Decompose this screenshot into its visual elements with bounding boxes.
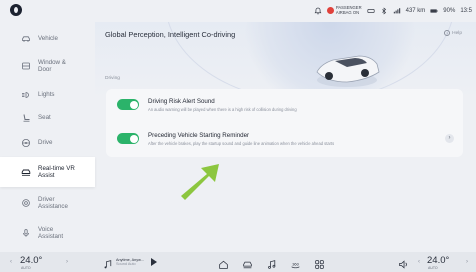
vehicle-illustration bbox=[316, 55, 380, 87]
temp-left-decrease[interactable]: ‹ bbox=[10, 252, 12, 272]
driving-risk-alert-toggle[interactable] bbox=[117, 99, 139, 110]
help-label: Help bbox=[452, 30, 462, 36]
360-view-icon: 360 bbox=[290, 257, 301, 268]
setting-description: After the vehicle brakes, play the start… bbox=[148, 141, 335, 146]
sidebar-item-vehicle[interactable]: Vehicle bbox=[0, 26, 95, 52]
pointer-arrow-icon bbox=[181, 164, 219, 200]
clock: 13:5 bbox=[460, 7, 472, 14]
sidebar-item-window-door[interactable]: Window & Door bbox=[0, 53, 95, 79]
home-icon bbox=[218, 257, 229, 269]
settings-sidebar: Vehicle Window & Door Lights Seat Drive … bbox=[0, 22, 95, 252]
temp-right-increase[interactable]: › bbox=[466, 252, 468, 272]
temp-left-increase[interactable]: › bbox=[66, 252, 68, 272]
temperature-left-mode: AUTO bbox=[21, 265, 31, 270]
svg-text:360: 360 bbox=[292, 261, 299, 266]
sidebar-item-real-time-vr-assist[interactable]: Real-time VR Assist bbox=[0, 157, 95, 187]
setting-driving-risk-alert-sound: Driving Risk Alert Sound An audio warnin… bbox=[106, 89, 463, 123]
sidebar-item-label: Lights bbox=[38, 91, 55, 99]
temperature-left-value: 24.0° bbox=[20, 254, 43, 266]
chevron-left-icon: ‹ bbox=[10, 259, 12, 265]
music-button[interactable] bbox=[266, 252, 277, 272]
help-icon: ? bbox=[444, 30, 451, 36]
apps-grid-icon bbox=[314, 257, 325, 269]
voice-icon bbox=[21, 228, 31, 238]
temperature-right-mode: AUTO bbox=[428, 265, 438, 270]
temp-right-decrease[interactable]: ‹ bbox=[418, 252, 420, 272]
media-subtitle: Sound Auto bbox=[116, 262, 136, 266]
temperature-right[interactable]: 24.0° AUTO bbox=[427, 252, 449, 272]
range-readout: 437 km bbox=[405, 7, 426, 14]
play-icon bbox=[151, 258, 157, 266]
signal-icon bbox=[393, 7, 401, 15]
sidebar-item-label: Driver Assistance bbox=[38, 195, 68, 210]
sidebar-item-seat[interactable]: Seat bbox=[0, 105, 95, 131]
status-indicators: PASSENGER AIRBAG ON 437 km 90% 13:5 bbox=[314, 5, 472, 15]
sidebar-item-label: Voice Assistant bbox=[38, 225, 64, 240]
airbag-icon bbox=[326, 7, 334, 15]
brand-logo bbox=[10, 4, 22, 16]
main-panel: Global Perception, Intelligent Co-drivin… bbox=[95, 22, 476, 252]
surround-view-button[interactable]: 360 bbox=[290, 252, 301, 272]
seat-icon bbox=[21, 113, 31, 123]
sidebar-item-driver-assistance[interactable]: Driver Assistance bbox=[0, 188, 95, 218]
vehicle-button[interactable] bbox=[242, 252, 253, 272]
media-player[interactable]: Anytime, Anyw... Sound Auto bbox=[102, 252, 144, 272]
home-button[interactable] bbox=[218, 252, 229, 272]
battery-percent: 90% bbox=[443, 7, 456, 14]
bottom-bar: ‹ 24.0° AUTO › Anytime, Anyw... Sound Au… bbox=[0, 252, 476, 272]
bluetooth-icon bbox=[380, 7, 388, 15]
sidebar-item-label: Seat bbox=[38, 114, 51, 122]
passenger-airbag-indicator: PASSENGER AIRBAG ON bbox=[326, 5, 362, 15]
bell-icon bbox=[314, 7, 322, 15]
chevron-right-icon: › bbox=[66, 259, 68, 265]
driver-assistance-icon bbox=[21, 198, 31, 208]
status-bar: PASSENGER AIRBAG ON 437 km 90% 13:5 bbox=[0, 0, 476, 22]
steering-wheel-icon bbox=[21, 138, 31, 148]
setting-description: An audio warning will be played when the… bbox=[148, 107, 297, 112]
section-label-driving: Driving bbox=[105, 76, 120, 81]
sidebar-item-label: Real-time VR Assist bbox=[38, 164, 75, 179]
sidebar-item-label: Vehicle bbox=[38, 35, 58, 43]
screen: PASSENGER AIRBAG ON 437 km 90% 13:5 Vehi… bbox=[0, 0, 476, 272]
sidebar-item-label: Window & Door bbox=[38, 58, 66, 73]
setting-preceding-vehicle-starting-reminder: Preceding Vehicle Starting Reminder Afte… bbox=[106, 123, 463, 157]
lights-icon bbox=[21, 90, 31, 100]
temperature-right-value: 24.0° bbox=[427, 254, 450, 266]
driving-settings-card: Driving Risk Alert Sound An audio warnin… bbox=[106, 89, 463, 157]
chevron-left-icon: ‹ bbox=[418, 259, 420, 265]
airbag-label-line2: AIRBAG ON bbox=[335, 9, 360, 15]
setting-title: Preceding Vehicle Starting Reminder bbox=[148, 132, 250, 139]
car-icon bbox=[242, 257, 253, 268]
page-title: Global Perception, Intelligent Co-drivin… bbox=[105, 30, 236, 39]
music-note-icon bbox=[266, 257, 277, 269]
vehicle-status-icon bbox=[367, 7, 375, 15]
window-icon bbox=[21, 61, 31, 71]
setting-title: Driving Risk Alert Sound bbox=[148, 98, 215, 105]
car-icon bbox=[21, 34, 31, 44]
sidebar-item-voice-assistant[interactable]: Voice Assistant bbox=[0, 218, 95, 248]
play-button[interactable] bbox=[151, 252, 157, 272]
sidebar-item-label: Drive bbox=[38, 139, 53, 147]
preceding-vehicle-reminder-toggle[interactable] bbox=[117, 133, 139, 144]
chevron-right-icon: › bbox=[466, 259, 468, 265]
volume-button[interactable] bbox=[398, 252, 409, 272]
vr-assist-icon bbox=[21, 167, 31, 177]
sidebar-item-drive[interactable]: Drive bbox=[0, 130, 95, 156]
volume-icon bbox=[398, 257, 409, 269]
temperature-left[interactable]: 24.0° AUTO bbox=[20, 252, 42, 272]
music-icon bbox=[102, 257, 113, 268]
apps-button[interactable] bbox=[314, 252, 325, 272]
battery-icon bbox=[430, 7, 438, 15]
help-button[interactable]: ? Help bbox=[444, 30, 462, 36]
chevron-right-icon[interactable]: › bbox=[445, 134, 454, 143]
